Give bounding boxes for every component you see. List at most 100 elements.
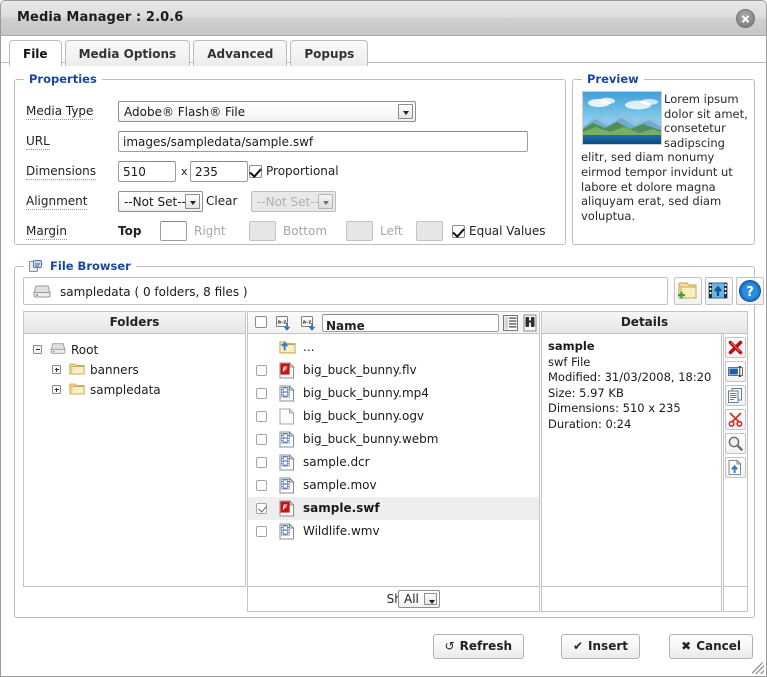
- file-checkbox[interactable]: [256, 457, 267, 468]
- file-checkbox[interactable]: [256, 480, 267, 491]
- tree-toggle-root[interactable]: [33, 345, 42, 354]
- dimensions-height-input[interactable]: [190, 161, 248, 182]
- dimensions-label: Dimensions: [26, 164, 96, 180]
- margin-top-input[interactable]: [160, 221, 187, 241]
- tab-file[interactable]: File: [9, 40, 62, 66]
- cut-icon[interactable]: [725, 409, 746, 430]
- check-icon: ✔: [573, 639, 583, 653]
- details-pane: sample swf File Modified: 31/03/2008, 18…: [541, 334, 722, 587]
- svg-text:a-z: a-z: [277, 320, 286, 326]
- insert-label: Insert: [588, 639, 628, 653]
- file-browser-legend: File Browser: [24, 259, 136, 276]
- upload-media-icon[interactable]: [705, 277, 733, 305]
- dimensions-width-input[interactable]: [118, 161, 176, 182]
- refresh-button[interactable]: ↺Refresh: [433, 634, 524, 659]
- flash-file-icon: F: [279, 500, 295, 520]
- details-dimensions: Dimensions: 510 x 235: [548, 401, 718, 417]
- file-checkbox[interactable]: [256, 388, 267, 399]
- margin-row: Margin Top Right Bottom Left Equal Value…: [15, 217, 565, 247]
- file-checkbox[interactable]: [256, 411, 267, 422]
- video-file-icon: [279, 454, 295, 474]
- tree-label-banners: banners: [90, 363, 139, 377]
- preview-description-wrapper: Lorem ipsum dolor sit amet, consetetur s…: [581, 92, 748, 223]
- list-item[interactable]: big_buck_bunny.ogv: [248, 405, 539, 428]
- file-checkbox[interactable]: [256, 526, 267, 537]
- list-item[interactable]: sample.mov: [248, 474, 539, 497]
- clear-label: Clear: [206, 194, 237, 209]
- help-icon[interactable]: ?: [736, 277, 764, 305]
- name-filter-input[interactable]: [322, 314, 499, 332]
- upload-file-icon[interactable]: [725, 457, 746, 478]
- alignment-row: Alignment --Not Set-- Clear --Not Set--: [15, 187, 565, 217]
- chevron-down-icon: [424, 593, 437, 605]
- tree-toggle-sampledata[interactable]: [52, 385, 61, 394]
- select-all-checkbox[interactable]: [255, 316, 267, 328]
- svg-text:?: ?: [746, 285, 754, 300]
- proportional-checkbox[interactable]: [249, 165, 262, 178]
- chevron-down-icon: [398, 104, 413, 119]
- details-title: sample: [548, 339, 718, 355]
- alignment-select[interactable]: --Not Set--: [118, 191, 203, 212]
- equal-values-checkbox[interactable]: [452, 225, 465, 238]
- tab-bar: File Media Options Advanced Popups: [1, 36, 766, 63]
- margin-right-input[interactable]: [249, 221, 276, 241]
- list-item[interactable]: Wildlife.wmv: [248, 520, 539, 543]
- list-item[interactable]: big_buck_bunny.webm: [248, 428, 539, 451]
- list-item[interactable]: F big_buck_bunny.flv: [248, 359, 539, 382]
- tree-item-root[interactable]: Root: [24, 340, 245, 360]
- preview-icon[interactable]: [725, 433, 746, 454]
- url-input[interactable]: [118, 131, 528, 152]
- video-file-icon: [279, 431, 295, 451]
- show-bar-actions-spacer: [723, 587, 748, 612]
- details-duration: Duration: 0:24: [548, 417, 718, 433]
- list-item-selected[interactable]: F sample.swf: [248, 497, 539, 520]
- tab-popups[interactable]: Popups: [290, 40, 368, 66]
- show-select[interactable]: All: [398, 590, 440, 608]
- close-icon[interactable]: [736, 9, 755, 28]
- video-file-icon: [279, 523, 295, 543]
- tab-advanced[interactable]: Advanced: [193, 40, 287, 66]
- tree-item-banners[interactable]: banners: [24, 360, 245, 380]
- chevron-down-icon: [185, 194, 200, 209]
- file-checkbox[interactable]: [256, 365, 267, 376]
- alignment-value: --Not Set--: [124, 195, 186, 209]
- resize-grip[interactable]: [752, 662, 764, 674]
- file-browser-icon: [29, 262, 46, 276]
- file-checkbox[interactable]: [256, 503, 267, 514]
- cancel-label: Cancel: [696, 639, 741, 653]
- media-type-label: Media Type: [26, 104, 93, 120]
- list-item-label: big_buck_bunny.mp4: [303, 386, 429, 400]
- margin-left-input[interactable]: [416, 221, 443, 241]
- insert-button[interactable]: ✔ Insert: [561, 634, 640, 659]
- media-type-select[interactable]: Adobe® Flash® File: [118, 101, 416, 122]
- tab-media-options[interactable]: Media Options: [65, 40, 191, 66]
- column-header-row: Folders a-z a-z: [23, 311, 748, 334]
- file-browser-legend-label: File Browser: [50, 259, 131, 273]
- cancel-button[interactable]: ✖ Cancel: [669, 634, 753, 659]
- clear-select[interactable]: --Not Set--: [251, 191, 336, 212]
- tree-item-sampledata[interactable]: sampledata: [24, 380, 245, 400]
- list-item[interactable]: sample.dcr: [248, 451, 539, 474]
- path-label: sampledata ( 0 folders, 8 files ): [60, 285, 248, 299]
- list-item[interactable]: big_buck_bunny.mp4: [248, 382, 539, 405]
- list-item-label: sample.mov: [303, 478, 377, 492]
- copy-icon[interactable]: [725, 385, 746, 406]
- margin-bottom-label: Bottom: [283, 224, 327, 239]
- list-item-label: Wildlife.wmv: [303, 524, 380, 538]
- file-checkbox[interactable]: [256, 434, 267, 445]
- video-file-icon: [279, 477, 295, 497]
- margin-bottom-input[interactable]: [346, 221, 373, 241]
- list-item-label: big_buck_bunny.ogv: [303, 409, 424, 423]
- x-icon: ✖: [681, 639, 691, 653]
- tree-toggle-banners[interactable]: [52, 365, 61, 374]
- column-header-folders[interactable]: Folders: [23, 311, 246, 334]
- rename-icon[interactable]: [725, 361, 746, 382]
- delete-icon[interactable]: [725, 337, 746, 358]
- list-item-label: big_buck_bunny.flv: [303, 363, 417, 377]
- details-file-type: swf File: [548, 355, 718, 371]
- path-bar: sampledata ( 0 folders, 8 files ): [23, 277, 668, 305]
- list-item[interactable]: ...: [248, 336, 539, 359]
- details-body: sample swf File Modified: 31/03/2008, 18…: [548, 339, 718, 432]
- alignment-label: Alignment: [26, 194, 87, 210]
- new-folder-icon[interactable]: [674, 277, 702, 305]
